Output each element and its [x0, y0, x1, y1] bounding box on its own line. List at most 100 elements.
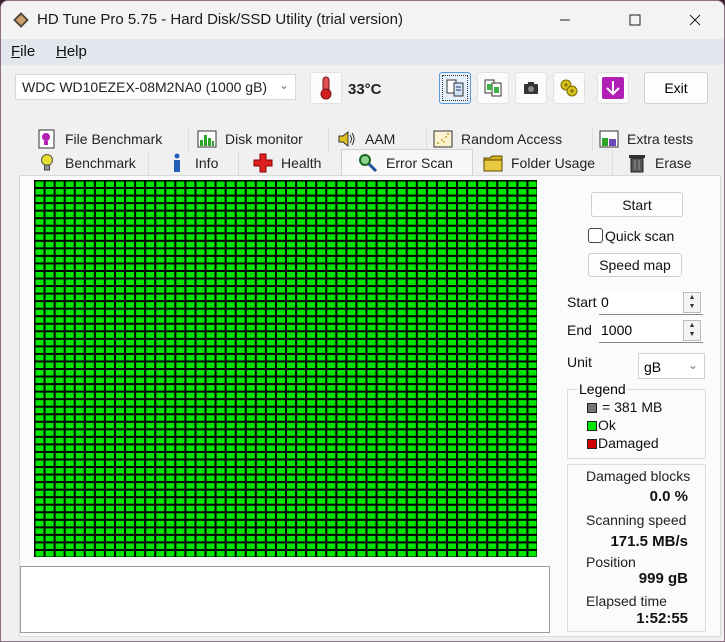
grid-block	[297, 422, 306, 429]
grid-block	[387, 377, 396, 384]
close-button[interactable]	[672, 1, 718, 39]
grid-block	[75, 505, 84, 512]
grid-block	[387, 189, 396, 195]
save-button[interactable]	[597, 72, 629, 104]
tab-file-benchmark[interactable]: File Benchmark	[37, 127, 189, 151]
grid-block	[256, 392, 265, 399]
speed-map-button[interactable]: Speed map	[588, 253, 682, 277]
tab-random-access[interactable]: Random Access	[433, 127, 593, 151]
tab-extra-tests[interactable]: Extra tests	[599, 127, 719, 151]
grid-block	[176, 309, 185, 316]
copy-text-button[interactable]	[439, 72, 471, 104]
grid-block	[136, 422, 145, 429]
end-position-input[interactable]: 1000 ▲ ▼	[599, 319, 703, 343]
grid-block	[357, 452, 366, 459]
grid-block	[287, 528, 296, 534]
start-position-input[interactable]: 0 ▲ ▼	[599, 291, 703, 315]
grid-block	[488, 505, 497, 512]
grid-block	[55, 264, 64, 270]
grid-block	[447, 354, 457, 361]
grid-block	[166, 234, 175, 240]
grid-block	[528, 483, 537, 489]
grid-block	[417, 339, 426, 346]
unit-select[interactable]: gB ⌄	[638, 353, 705, 379]
tab-disk-monitor[interactable]: Disk monitor	[197, 127, 329, 151]
grid-block	[45, 468, 54, 474]
grid-block	[498, 309, 507, 316]
grid-block	[115, 302, 125, 308]
tab-folder-usage[interactable]: Folder Usage	[483, 151, 613, 175]
grid-block	[528, 241, 537, 248]
drive-select[interactable]: WDC WD10EZEX-08M2NA0 (1000 gB) ⌄	[15, 74, 296, 100]
grid-block	[307, 535, 316, 542]
grid-block	[387, 279, 396, 286]
tab-aam[interactable]: AAM	[337, 127, 427, 151]
temperature-button[interactable]	[310, 72, 342, 104]
options-button[interactable]	[553, 72, 585, 104]
grid-block	[276, 219, 285, 225]
title-bar: HD Tune Pro 5.75 - Hard Disk/SSD Utility…	[1, 1, 724, 39]
grid-block	[287, 317, 296, 323]
grid-block	[407, 430, 416, 436]
tab-health[interactable]: Health	[253, 151, 345, 175]
scan-log-box[interactable]	[20, 566, 550, 633]
grid-block	[357, 241, 366, 248]
grid-block	[518, 370, 527, 376]
tab-info[interactable]: Info	[167, 151, 239, 175]
end-spinner-arrows[interactable]: ▲ ▼	[683, 320, 701, 341]
grid-block	[327, 189, 336, 195]
exit-button[interactable]: Exit	[644, 72, 708, 104]
grid-block	[65, 430, 74, 436]
grid-block	[478, 271, 487, 278]
grid-block	[266, 294, 275, 301]
copy-screenshot-button[interactable]	[477, 72, 509, 104]
grid-block	[55, 385, 64, 391]
grid-block	[236, 309, 245, 316]
grid-block	[357, 317, 366, 323]
maximize-button[interactable]	[612, 1, 658, 39]
menu-help[interactable]: Help	[56, 43, 87, 60]
grid-block	[437, 287, 446, 293]
grid-block	[337, 475, 346, 482]
grid-block	[498, 513, 507, 519]
grid-block	[508, 347, 517, 353]
grid-block	[206, 445, 215, 451]
menu-file[interactable]: File	[11, 43, 35, 60]
grid-block	[256, 181, 265, 188]
grid-block	[518, 520, 527, 527]
grid-block	[417, 415, 426, 421]
grid-block	[266, 535, 275, 542]
grid-block	[508, 452, 517, 459]
grid-block	[136, 362, 145, 368]
grid-block	[246, 302, 255, 308]
grid-block	[176, 256, 185, 263]
grid-block	[95, 490, 104, 497]
grid-block	[186, 505, 195, 512]
grid-block	[407, 528, 416, 534]
grid-block	[327, 475, 336, 482]
grid-block	[327, 309, 336, 316]
grid-block	[427, 437, 436, 444]
grid-block	[427, 241, 436, 248]
minimize-button[interactable]	[542, 1, 588, 39]
start-spinner-arrows[interactable]: ▲ ▼	[683, 292, 701, 313]
grid-block	[528, 528, 537, 534]
grid-block	[186, 445, 195, 451]
grid-block	[377, 407, 386, 414]
grid-block	[35, 181, 44, 188]
grid-block	[327, 407, 336, 414]
tab-error-scan[interactable]: Error Scan	[341, 149, 473, 175]
screenshot-button[interactable]	[515, 72, 547, 104]
tab-erase[interactable]: Erase	[627, 151, 719, 175]
grid-block	[317, 422, 326, 429]
start-scan-button[interactable]: Start	[591, 192, 683, 217]
grid-block	[518, 196, 527, 203]
quick-scan-checkbox[interactable]	[588, 228, 603, 243]
grid-block	[468, 430, 477, 436]
grid-block	[287, 483, 296, 489]
close-icon	[689, 14, 701, 26]
tab-benchmark[interactable]: Benchmark	[37, 151, 149, 175]
grid-block	[246, 490, 255, 497]
grid-block	[35, 528, 44, 534]
grid-block	[95, 513, 104, 519]
